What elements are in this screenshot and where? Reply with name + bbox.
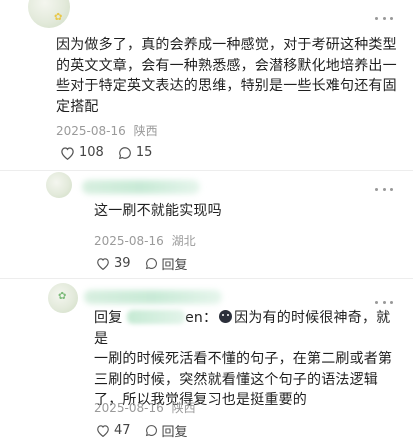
avatar[interactable]: ✿: [28, 0, 70, 28]
face-emoji-icon: [219, 310, 233, 323]
reply-button[interactable]: 回复: [145, 254, 188, 273]
reply-prefix: 回复: [94, 310, 123, 326]
avatar[interactable]: [46, 172, 72, 198]
like-count: 108: [79, 145, 104, 160]
more-options-icon[interactable]: [375, 187, 393, 191]
flower-icon: ✿: [58, 291, 67, 302]
comment-bubble-icon: [118, 146, 131, 159]
like-button[interactable]: 39: [96, 256, 131, 271]
mention-suffix[interactable]: en：: [185, 310, 217, 326]
divider: [0, 278, 413, 279]
divider: [0, 170, 413, 171]
comment-bubble-icon: [145, 425, 157, 437]
comment-text: 因为做多了，真的会养成一种感觉，对于考研这种类型 的英文文章，会有一种熟悉感，会…: [56, 37, 397, 115]
comment-meta: 2025-08-16 陕西: [94, 399, 196, 416]
reply-label: 回复: [161, 258, 188, 273]
comment-text: 回复 en： 因为有的时候很神奇，就是 一刷的时候死活看不懂的句子，在第二刷或者第…: [94, 310, 393, 408]
reply-button[interactable]: 回复: [145, 421, 188, 440]
more-options-icon[interactable]: [375, 16, 393, 20]
comment-meta: 2025-08-16 湖北: [94, 232, 196, 249]
heart-icon: [97, 258, 109, 270]
reply-button[interactable]: 15: [118, 145, 153, 160]
comment-location: 陕西: [171, 401, 196, 415]
heart-icon: [97, 425, 109, 437]
comment-bubble-icon: [145, 258, 157, 270]
avatar[interactable]: ✿: [48, 283, 78, 313]
comment-date: 2025-08-16: [94, 401, 164, 415]
mention-username-blurred[interactable]: [127, 310, 186, 324]
heart-icon: [61, 146, 74, 160]
reply-label: 回复: [161, 425, 188, 440]
comment-meta: 2025-08-16 陕西: [56, 122, 158, 139]
comment-location: 陕西: [133, 124, 158, 138]
username-blurred: [84, 290, 222, 304]
comment-location: 湖北: [171, 234, 196, 248]
comment-date: 2025-08-16: [94, 234, 164, 248]
comment-text: 这一刷不就能实现吗: [94, 203, 222, 219]
reply-count: 15: [135, 145, 153, 160]
like-count: 39: [114, 256, 131, 271]
flower-icon: ✿: [54, 12, 63, 23]
like-count: 47: [114, 423, 131, 438]
more-options-icon[interactable]: [375, 300, 393, 304]
comment-date: 2025-08-16: [56, 124, 126, 138]
like-button[interactable]: 108: [60, 145, 104, 160]
username-blurred: [82, 180, 200, 194]
like-button[interactable]: 47: [96, 423, 131, 438]
